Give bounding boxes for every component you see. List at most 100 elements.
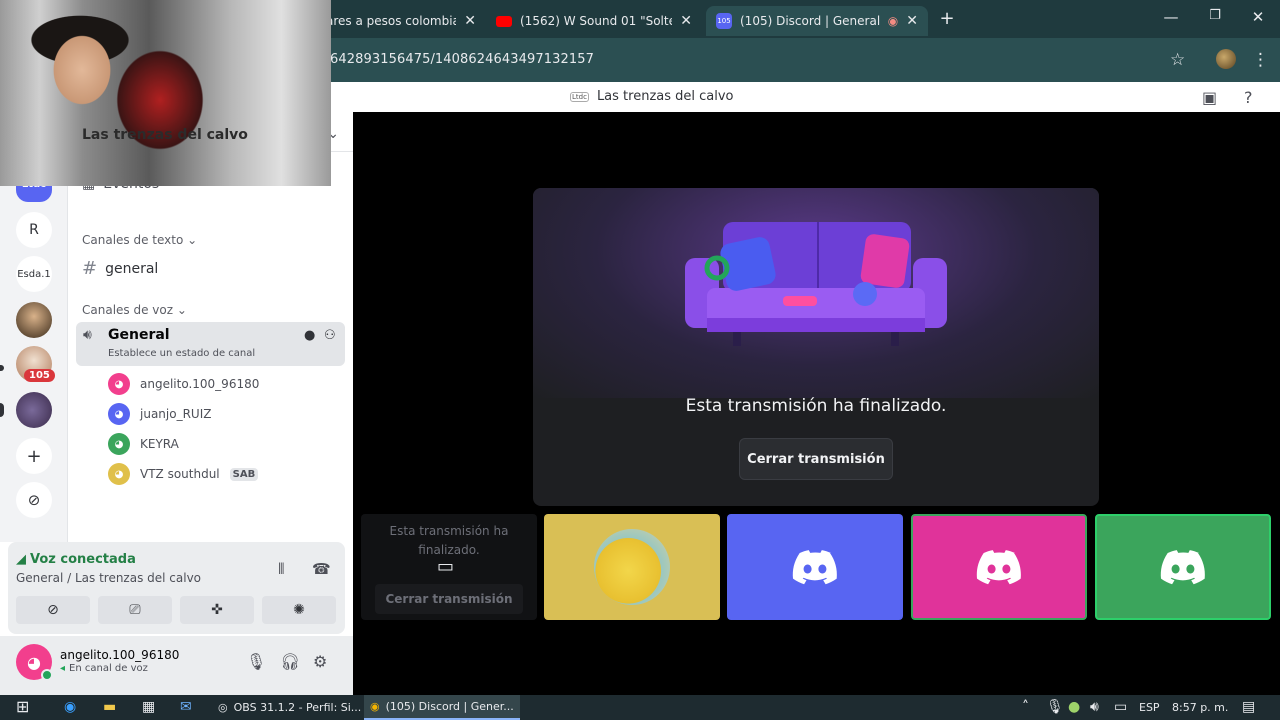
settings-gear-icon[interactable]: ⚙ xyxy=(313,652,327,671)
browser-tab-discord[interactable]: 105 (105) Discord | General | La ◉ ✕ xyxy=(706,6,928,36)
participant-tile-angelito[interactable] xyxy=(911,514,1087,620)
username[interactable]: angelito.100_96180 xyxy=(60,648,179,662)
soundboard-icon: ✺ xyxy=(293,602,305,618)
signal-icon: ◢ xyxy=(16,552,26,567)
voice-user-name: VTZ southdul xyxy=(140,467,220,481)
bookmark-star-icon[interactable]: ☆ xyxy=(1170,50,1185,70)
page-title: Las trenzas del calvo xyxy=(596,89,734,104)
noise-suppression-icon[interactable]: ⦀ xyxy=(278,560,285,578)
category-label: Canales de voz xyxy=(82,303,174,317)
help-icon[interactable]: ? xyxy=(1244,88,1253,107)
edge-icon[interactable]: ◉ xyxy=(64,699,76,715)
invite-icon[interactable]: ⚇ xyxy=(324,328,336,343)
avatar: ◕ xyxy=(108,463,130,485)
channel-general[interactable]: # general xyxy=(82,258,158,279)
restore-button[interactable]: ❐ xyxy=(1200,8,1230,23)
channel-label: general xyxy=(105,260,159,277)
server-r[interactable]: R xyxy=(16,212,52,248)
close-stream-button[interactable]: Cerrar transmisión xyxy=(739,438,893,480)
voice-user-name: KEYRA xyxy=(140,437,179,451)
close-window-button[interactable]: ✕ xyxy=(1243,8,1273,26)
avatar: ◕ xyxy=(108,433,130,455)
server-name-behind-cam: Las trenzas del calvo xyxy=(82,127,248,143)
participant-tile-keyra[interactable] xyxy=(1095,514,1271,620)
tile-close-stream-button[interactable]: Cerrar transmisión xyxy=(375,584,523,614)
volume-icon[interactable]: 🔊︎ xyxy=(1090,699,1099,715)
server-icon: Ltdc xyxy=(570,91,589,102)
tab-title: (1562) W Sound 01 "Soltera" - I xyxy=(520,14,672,28)
voice-user[interactable]: ◕ KEYRA xyxy=(108,433,179,455)
camera-button[interactable]: ⊘ xyxy=(16,596,90,624)
voice-user[interactable]: ◕ juanjo_RUIZ xyxy=(108,403,211,425)
inbox-icon[interactable]: ▣ xyxy=(1202,88,1217,107)
voice-channel-general[interactable]: 🔊︎ General Establece un estado de canal … xyxy=(76,322,345,366)
headphones-icon[interactable]: 🎧︎ xyxy=(280,652,300,671)
category-text-channels[interactable]: Canales de texto ⌄ xyxy=(82,233,197,247)
avatar xyxy=(594,529,670,605)
new-tab-button[interactable]: + xyxy=(932,8,962,29)
mic-tray-icon[interactable]: 🎙︎ xyxy=(1046,699,1064,715)
screen-share-button[interactable]: ⎚ xyxy=(98,596,172,624)
camera-off-icon: ⊘ xyxy=(47,602,59,618)
close-icon[interactable]: ✕ xyxy=(906,13,918,29)
server-avatar-1[interactable] xyxy=(16,302,52,338)
add-server-icon[interactable]: + xyxy=(16,438,52,474)
voice-user[interactable]: ◕ angelito.100_96180 xyxy=(108,373,259,395)
menu-dots-icon[interactable]: ⋮ xyxy=(1252,50,1269,70)
channel-status-prompt[interactable]: Establece un estado de canal xyxy=(108,348,255,359)
discord-favicon-icon: 105 xyxy=(716,13,732,29)
taskbar-app-label: (105) Discord | Gener... xyxy=(385,700,514,713)
voice-channel-name: General xyxy=(108,327,170,343)
mention-badge: 105 xyxy=(24,369,55,382)
avatar: ◕ xyxy=(108,373,130,395)
soundboard-button[interactable]: ✺ xyxy=(262,596,336,624)
unread-indicator xyxy=(0,365,4,371)
voice-status[interactable]: ◢ Voz conectada xyxy=(16,552,136,567)
microphone-icon[interactable]: 🎙︎ xyxy=(246,652,266,671)
category-voice-channels[interactable]: Canales de voz ⌄ xyxy=(82,303,187,317)
chat-icon[interactable]: ● xyxy=(304,328,315,343)
network-icon[interactable]: ▭ xyxy=(1114,699,1127,715)
url-field[interactable]: 642893156475/1408624643497132157 xyxy=(330,52,594,67)
discord-logo-icon xyxy=(1160,549,1205,584)
online-status-dot xyxy=(41,669,53,681)
obs-icon: ◎ xyxy=(218,701,228,714)
avatar: ◕ xyxy=(108,403,130,425)
voice-user[interactable]: ◕ VTZ southdul SAB xyxy=(108,463,259,485)
activity-button[interactable]: ✜ xyxy=(180,596,254,624)
participant-tile-vtz[interactable] xyxy=(544,514,720,620)
input-language[interactable]: ESP xyxy=(1139,701,1160,714)
mail-icon[interactable]: ✉ xyxy=(180,699,192,715)
chrome-icon: ◉ xyxy=(370,700,380,713)
selected-indicator xyxy=(0,403,4,417)
taskbar-app-obs[interactable]: ◎ OBS 31.1.2 - Perfil: Si... xyxy=(212,695,367,720)
browser-tab-youtube[interactable]: (1562) W Sound 01 "Soltera" - I ✕ xyxy=(486,6,702,36)
chevron-down-icon: ⌄ xyxy=(187,233,198,247)
clock[interactable]: 8:57 p. m. xyxy=(1172,701,1228,714)
taskbar-app-chrome[interactable]: ◉ (105) Discord | Gener... xyxy=(364,695,520,720)
stream-tile[interactable]: Esta transmisión ha finalizado. ▭ Cerrar… xyxy=(361,514,537,620)
server-esda[interactable]: Esda.1 xyxy=(16,256,52,292)
disconnect-icon[interactable]: ☎ xyxy=(312,560,331,578)
profile-avatar[interactable] xyxy=(1216,49,1236,69)
browser-tab-currency[interactable]: ares a pesos colombian ✕ xyxy=(316,6,486,36)
voice-location[interactable]: General / Las trenzas del calvo xyxy=(16,571,201,585)
close-icon[interactable]: ✕ xyxy=(464,13,476,29)
notification-icon[interactable]: ▤ xyxy=(1242,699,1255,715)
tile-ended-message: Esta transmisión ha finalizado. xyxy=(389,524,509,557)
user-panel: ◕ angelito.100_96180 ◂ En canal de voz 🎙… xyxy=(0,636,353,695)
discord-logo-icon xyxy=(976,549,1021,584)
store-icon[interactable]: ▦ xyxy=(142,699,155,715)
couch-illustration xyxy=(685,222,947,346)
file-explorer-icon[interactable]: ▬ xyxy=(103,699,116,715)
start-grid-icon[interactable]: ⊞ xyxy=(16,697,29,716)
voice-user-name: juanjo_RUIZ xyxy=(140,407,212,421)
tray-app-icon[interactable]: ● xyxy=(1068,699,1080,715)
participant-tile-juanjo[interactable] xyxy=(727,514,903,620)
explore-icon[interactable]: ⊘ xyxy=(16,482,52,518)
server-avatar-3[interactable] xyxy=(16,392,52,428)
close-icon[interactable]: ✕ xyxy=(680,13,692,29)
chevron-up-icon[interactable]: ˄ xyxy=(1022,699,1029,715)
minimize-button[interactable]: — xyxy=(1156,8,1186,26)
user-status: ◂ En canal de voz xyxy=(60,663,148,674)
